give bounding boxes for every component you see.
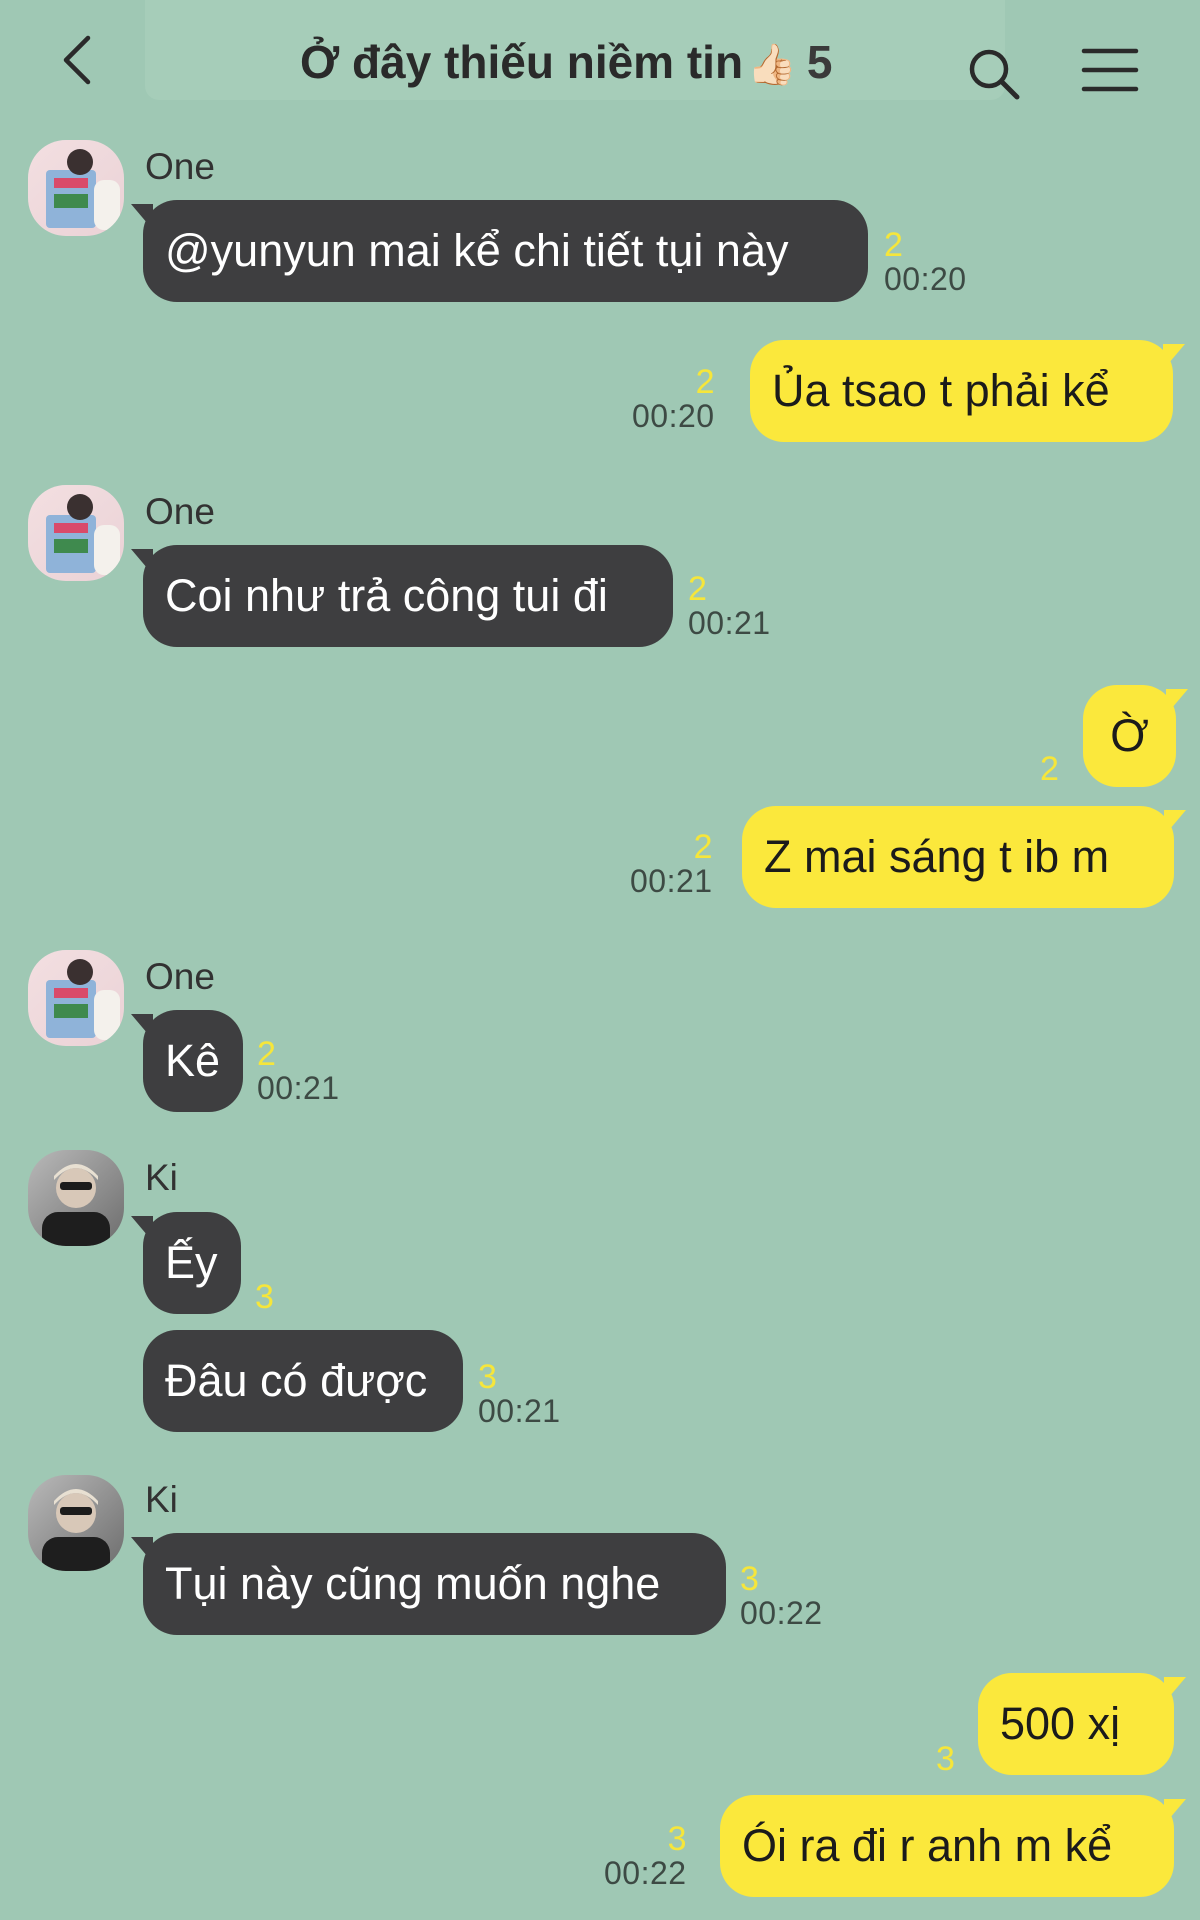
menu-button[interactable] xyxy=(1080,45,1140,95)
sender-name: One xyxy=(145,956,215,997)
message-text: Ờ xyxy=(1110,710,1149,761)
hamburger-menu-icon xyxy=(1081,48,1139,92)
avatar[interactable] xyxy=(28,485,124,581)
avatar-image xyxy=(46,959,120,1040)
sender-name: One xyxy=(145,146,215,187)
chat-title-text: Ở đây thiếu niềm tin xyxy=(300,36,744,88)
timestamp: 00:21 xyxy=(478,1393,561,1429)
avatar[interactable] xyxy=(28,1475,124,1571)
message-bubble[interactable]: Z mai sáng t ib m xyxy=(742,806,1186,908)
avatar-image xyxy=(42,1164,110,1246)
read-count: 3 xyxy=(478,1358,497,1396)
sender-name: Ki xyxy=(145,1157,178,1198)
message-bubble[interactable]: Coi như trả công tui đi xyxy=(131,545,673,647)
avatar[interactable] xyxy=(28,950,124,1046)
timestamp: 00:22 xyxy=(740,1595,823,1631)
message-bubble[interactable]: Ói ra đi r anh m kể xyxy=(720,1795,1186,1897)
message-meta: 3 00:22 xyxy=(604,1822,687,1890)
message-meta: 2 00:21 xyxy=(688,572,771,640)
message-text: Ủa tsao t phải kể xyxy=(772,365,1110,416)
message-meta: 2 00:20 xyxy=(884,228,967,296)
message-bubble[interactable]: Ờ xyxy=(1083,685,1188,787)
sender-name: Ki xyxy=(145,1479,178,1520)
message-bubble[interactable]: @yunyun mai kể chi tiết tụi này xyxy=(131,200,868,302)
read-count: 3 xyxy=(740,1560,759,1598)
message-text: Ói ra đi r anh m kể xyxy=(742,1820,1113,1871)
message-bubble[interactable]: Tụi này cũng muốn nghe xyxy=(131,1533,726,1635)
message-bubble[interactable]: Kê xyxy=(131,1010,243,1112)
timestamp: 00:20 xyxy=(632,398,715,434)
message-meta: 3 00:22 xyxy=(740,1562,823,1630)
message-text: @yunyun mai kể chi tiết tụi này xyxy=(165,225,789,276)
read-count: 2 xyxy=(257,1035,276,1073)
message-bubble[interactable]: Ếy xyxy=(131,1212,241,1314)
read-count: 2 xyxy=(695,363,715,401)
read-count: 2 xyxy=(688,570,707,608)
message-text: Coi như trả công tui đi xyxy=(165,570,608,621)
timestamp: 00:20 xyxy=(884,261,967,297)
chevron-left-icon xyxy=(63,35,91,85)
message-bubble[interactable]: Ủa tsao t phải kể xyxy=(750,340,1185,442)
message-text: Ếy xyxy=(165,1237,218,1288)
avatar[interactable] xyxy=(28,140,124,236)
message-text: Đâu có được xyxy=(165,1355,428,1406)
read-count: 3 xyxy=(667,1820,687,1858)
avatar-image xyxy=(42,1489,110,1571)
message-meta: 3 xyxy=(936,1742,955,1776)
read-count: 2 xyxy=(884,226,903,264)
chat-header: Ở đây thiếu niềm tin 👍🏻 5 xyxy=(0,0,1200,130)
avatar-image xyxy=(46,149,120,230)
message-meta: 2 xyxy=(1040,752,1059,786)
timestamp: 00:22 xyxy=(604,1855,687,1891)
read-count: 2 xyxy=(693,828,713,866)
message-meta: 3 xyxy=(255,1280,274,1314)
search-icon xyxy=(969,49,1020,100)
read-count: 3 xyxy=(936,1740,955,1778)
timestamp: 00:21 xyxy=(630,863,713,899)
thumbs-up-icon: 👍🏻 xyxy=(747,42,797,88)
message-bubble[interactable]: Đâu có được xyxy=(143,1330,463,1432)
member-count: 5 xyxy=(806,36,833,88)
search-button[interactable] xyxy=(965,45,1025,105)
message-meta: 2 00:21 xyxy=(257,1037,340,1105)
message-meta: 3 00:21 xyxy=(478,1360,561,1428)
read-count: 2 xyxy=(1040,750,1059,788)
back-button[interactable] xyxy=(58,30,108,90)
timestamp: 00:21 xyxy=(257,1070,340,1106)
message-text: 500 xị xyxy=(1000,1698,1121,1749)
sender-name: One xyxy=(145,491,215,532)
message-meta: 2 00:21 xyxy=(630,830,713,898)
read-count: 3 xyxy=(255,1278,274,1316)
avatar-image xyxy=(46,494,120,575)
message-text: Kê xyxy=(165,1035,221,1086)
message-bubble[interactable]: 500 xị xyxy=(978,1673,1186,1775)
message-text: Z mai sáng t ib m xyxy=(764,831,1110,882)
message-text: Tụi này cũng muốn nghe xyxy=(165,1558,661,1609)
chat-title[interactable]: Ở đây thiếu niềm tin 👍🏻 5 xyxy=(300,32,920,92)
message-meta: 2 00:20 xyxy=(632,365,715,433)
avatar[interactable] xyxy=(28,1150,124,1246)
timestamp: 00:21 xyxy=(688,605,771,641)
